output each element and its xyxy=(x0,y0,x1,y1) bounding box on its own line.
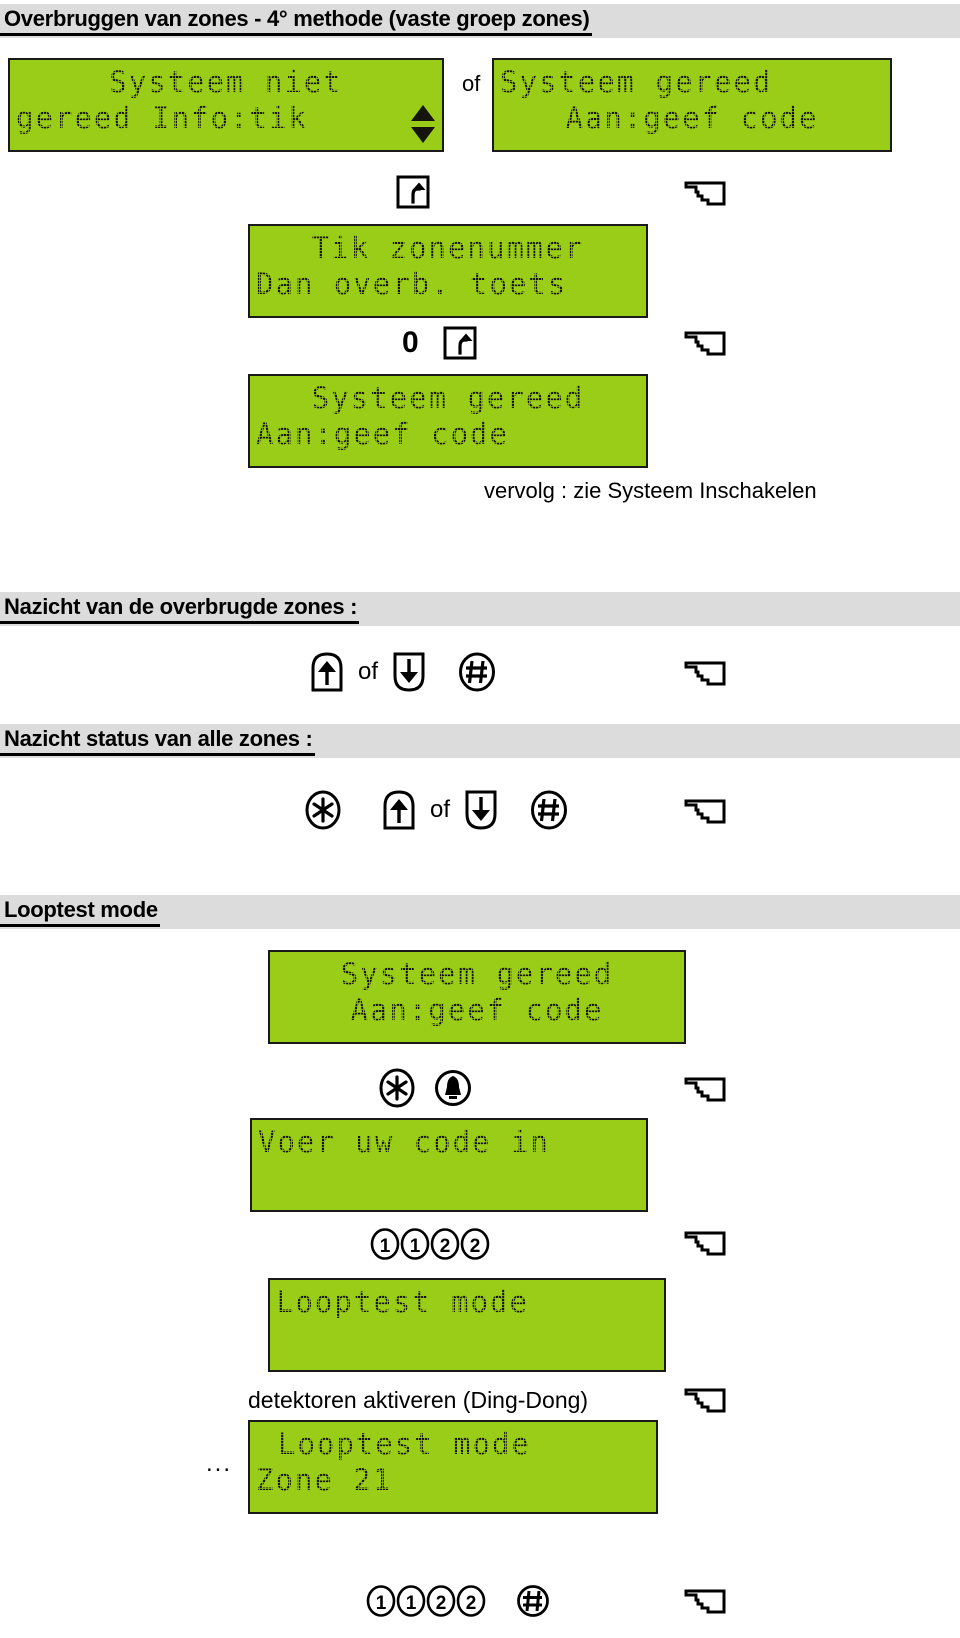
keyrow-star-bell xyxy=(378,1068,472,1108)
label-continuation: vervolg : zie Systeem Inschakelen xyxy=(484,478,817,503)
pointing-hand-icon xyxy=(684,1586,728,1616)
pointing-hand-icon xyxy=(684,658,728,688)
lcd-enter-zone: Tik zonenummer Dan overb. toets xyxy=(248,224,648,318)
section-title-review-bypassed: Nazicht van de overbrugde zones : xyxy=(0,594,360,624)
keyrow-code-1122-hash: 1 1 2 2 xyxy=(366,1584,550,1618)
svg-text:2: 2 xyxy=(470,1236,481,1257)
keyrow-code-1122: 1 1 2 2 xyxy=(370,1228,490,1260)
label-ellipsis: ... xyxy=(206,1450,233,1477)
keyrow-hand-1 xyxy=(684,178,728,208)
lcd-enter-code: Voer uw code in xyxy=(250,1118,648,1212)
svg-text:1: 1 xyxy=(410,1236,421,1257)
lcd-line-1: Systeem gereed xyxy=(500,65,773,99)
svg-text:1: 1 xyxy=(380,1236,391,1257)
lcd-line-1: Systeem niet xyxy=(109,65,343,99)
svg-text:1: 1 xyxy=(406,1593,417,1614)
section-title-bypass: Overbruggen van zones - 4° methode (vast… xyxy=(0,6,592,36)
lcd-line-1: Systeem gereed xyxy=(311,381,585,415)
keyrow-hand-7 xyxy=(684,1385,728,1415)
lcd-system-ready-1: Systeem gereed Aan:geef code xyxy=(492,58,892,152)
one-key[interactable]: 1 xyxy=(400,1228,430,1260)
pointing-hand-icon xyxy=(684,178,728,208)
keyrow-hand-8 xyxy=(684,1586,728,1616)
down-arrow-key[interactable] xyxy=(464,790,498,830)
lcd-system-ready-2: Systeem gereed Aan:geef code xyxy=(248,374,648,468)
keyrow-hand-3 xyxy=(684,658,728,688)
lcd-line-2: Zone 21 xyxy=(256,1463,393,1497)
lcd-walktest-zone: Looptest mode Zone 21 xyxy=(248,1420,658,1514)
svg-text:2: 2 xyxy=(436,1593,447,1614)
lcd-line-1: Looptest mode xyxy=(276,1285,529,1319)
lcd-line-1: Voer uw code in xyxy=(258,1125,550,1159)
bypass-key[interactable] xyxy=(443,326,477,360)
lcd-line-1: Looptest mode xyxy=(278,1427,531,1461)
bypass-key[interactable] xyxy=(396,175,430,209)
scroll-updown-icon xyxy=(410,104,436,144)
keyrow-hand-6 xyxy=(684,1228,728,1258)
two-key[interactable]: 2 xyxy=(456,1585,486,1617)
lcd-system-not-ready: Systeem niet gereed Info:tik xyxy=(8,58,444,152)
pointing-hand-icon xyxy=(684,1385,728,1415)
lcd-system-ready-3: Systeem gereed Aan:geef code xyxy=(268,950,686,1044)
section-header-bypass: Overbruggen van zones - 4° methode (vast… xyxy=(0,4,960,38)
keyrow-review-bypassed: of xyxy=(310,652,496,692)
lcd-line-2: Aan:geef code xyxy=(350,993,604,1027)
lcd-line-2: gereed Info:tik xyxy=(16,101,308,135)
star-key[interactable] xyxy=(304,790,342,830)
hash-key[interactable] xyxy=(530,790,568,830)
keyrow-hand-2 xyxy=(684,328,728,358)
star-key[interactable] xyxy=(378,1068,416,1108)
lcd-line-2: Dan overb. toets xyxy=(256,267,568,301)
svg-text:2: 2 xyxy=(466,1593,477,1614)
keyrow-hand-5 xyxy=(684,1074,728,1104)
label-activate-detectors: detektoren aktiveren (Ding-Dong) xyxy=(248,1387,589,1413)
one-key[interactable]: 1 xyxy=(396,1585,426,1617)
pointing-hand-icon xyxy=(684,328,728,358)
keyrow-zero-bypass: 0 xyxy=(402,326,477,360)
one-key[interactable]: 1 xyxy=(370,1228,400,1260)
lcd-line-2: Aan:geef code xyxy=(565,101,819,135)
section-header-review-bypassed: Nazicht van de overbrugde zones : xyxy=(0,592,960,626)
lcd-line-2: Aan:geef code xyxy=(256,417,509,451)
up-arrow-key[interactable] xyxy=(382,790,416,830)
svg-text:2: 2 xyxy=(440,1236,451,1257)
two-key[interactable]: 2 xyxy=(460,1228,490,1260)
pointing-hand-icon xyxy=(684,796,728,826)
zero-key[interactable]: 0 xyxy=(402,328,419,358)
section-title-review-all: Nazicht status van alle zones : xyxy=(0,726,315,756)
label-of-top: of xyxy=(462,71,481,96)
hash-key[interactable] xyxy=(458,652,496,692)
lcd-line-1: Tik zonenummer xyxy=(311,231,585,265)
lcd-walktest-mode: Looptest mode xyxy=(268,1278,666,1372)
bell-key[interactable] xyxy=(434,1068,472,1108)
hash-key[interactable] xyxy=(516,1584,550,1618)
label-of-review-all: of xyxy=(430,795,451,823)
svg-text:1: 1 xyxy=(376,1593,387,1614)
section-title-walktest: Looptest mode xyxy=(0,897,160,927)
one-key[interactable]: 1 xyxy=(366,1585,396,1617)
pointing-hand-icon xyxy=(684,1074,728,1104)
lcd-line-1: Systeem gereed xyxy=(340,957,614,991)
keyrow-hand-4 xyxy=(684,796,728,826)
label-of-review: of xyxy=(358,657,379,685)
up-arrow-key[interactable] xyxy=(310,652,344,692)
pointing-hand-icon xyxy=(684,1228,728,1258)
down-arrow-key[interactable] xyxy=(392,652,426,692)
keyrow-review-all: of xyxy=(304,790,568,830)
two-key[interactable]: 2 xyxy=(426,1585,456,1617)
section-header-review-all: Nazicht status van alle zones : xyxy=(0,724,960,758)
keyrow-bypass-1 xyxy=(396,175,430,209)
section-header-walktest: Looptest mode xyxy=(0,895,960,929)
two-key[interactable]: 2 xyxy=(430,1228,460,1260)
